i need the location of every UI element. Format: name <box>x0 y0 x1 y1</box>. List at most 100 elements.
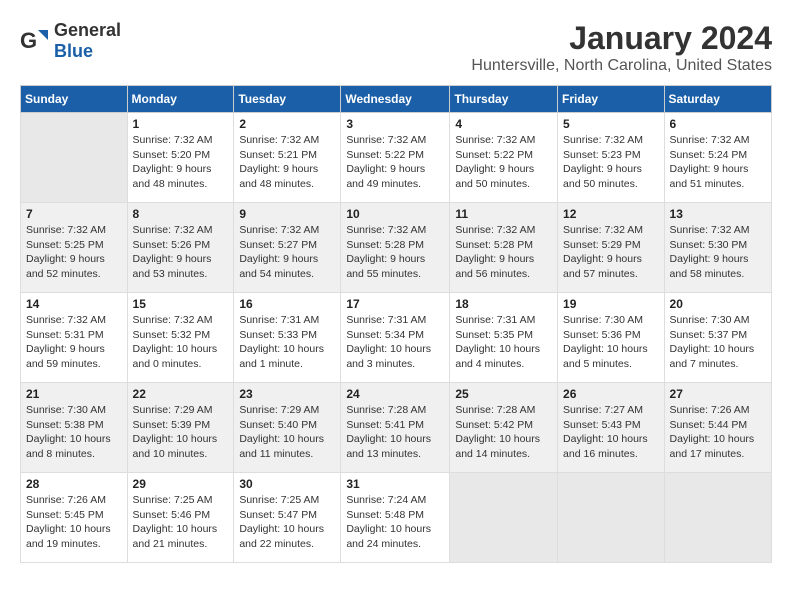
day-number: 13 <box>670 207 766 221</box>
day-info: Sunrise: 7:32 AM Sunset: 5:26 PM Dayligh… <box>133 223 229 282</box>
day-info: Sunrise: 7:32 AM Sunset: 5:25 PM Dayligh… <box>26 223 122 282</box>
day-number: 10 <box>346 207 444 221</box>
day-number: 28 <box>26 477 122 491</box>
calendar-cell <box>558 473 665 563</box>
day-number: 27 <box>670 387 766 401</box>
day-info: Sunrise: 7:32 AM Sunset: 5:27 PM Dayligh… <box>239 223 335 282</box>
day-number: 16 <box>239 297 335 311</box>
day-number: 2 <box>239 117 335 131</box>
day-number: 11 <box>455 207 552 221</box>
calendar-table: Sunday Monday Tuesday Wednesday Thursday… <box>20 85 772 563</box>
calendar-week-5: 28 Sunrise: 7:26 AM Sunset: 5:45 PM Dayli… <box>21 473 772 563</box>
header-thursday: Thursday <box>450 86 558 113</box>
calendar-header-row: Sunday Monday Tuesday Wednesday Thursday… <box>21 86 772 113</box>
main-title: January 2024 <box>471 20 772 57</box>
calendar-cell: 8 Sunrise: 7:32 AM Sunset: 5:26 PM Daylig… <box>127 203 234 293</box>
day-info: Sunrise: 7:26 AM Sunset: 5:44 PM Dayligh… <box>670 403 766 462</box>
calendar-cell: 14 Sunrise: 7:32 AM Sunset: 5:31 PM Dayli… <box>21 293 128 383</box>
day-info: Sunrise: 7:24 AM Sunset: 5:48 PM Dayligh… <box>346 493 444 552</box>
day-number: 30 <box>239 477 335 491</box>
day-info: Sunrise: 7:32 AM Sunset: 5:28 PM Dayligh… <box>346 223 444 282</box>
day-info: Sunrise: 7:32 AM Sunset: 5:31 PM Dayligh… <box>26 313 122 372</box>
day-info: Sunrise: 7:32 AM Sunset: 5:28 PM Dayligh… <box>455 223 552 282</box>
day-info: Sunrise: 7:25 AM Sunset: 5:46 PM Dayligh… <box>133 493 229 552</box>
day-info: Sunrise: 7:32 AM Sunset: 5:21 PM Dayligh… <box>239 133 335 192</box>
header-monday: Monday <box>127 86 234 113</box>
calendar-cell: 31Sunrise: 7:24 AM Sunset: 5:48 PM Dayli… <box>341 473 450 563</box>
day-number: 9 <box>239 207 335 221</box>
day-number: 7 <box>26 207 122 221</box>
header-tuesday: Tuesday <box>234 86 341 113</box>
calendar-cell: 9 Sunrise: 7:32 AM Sunset: 5:27 PM Daylig… <box>234 203 341 293</box>
day-info: Sunrise: 7:30 AM Sunset: 5:38 PM Dayligh… <box>26 403 122 462</box>
header-wednesday: Wednesday <box>341 86 450 113</box>
day-info: Sunrise: 7:31 AM Sunset: 5:35 PM Dayligh… <box>455 313 552 372</box>
calendar-cell: 10 Sunrise: 7:32 AM Sunset: 5:28 PM Dayli… <box>341 203 450 293</box>
calendar-week-2: 7 Sunrise: 7:32 AM Sunset: 5:25 PM Daylig… <box>21 203 772 293</box>
day-number: 5 <box>563 117 659 131</box>
header-friday: Friday <box>558 86 665 113</box>
calendar-cell: 29 Sunrise: 7:25 AM Sunset: 5:46 PM Dayli… <box>127 473 234 563</box>
day-info: Sunrise: 7:26 AM Sunset: 5:45 PM Dayligh… <box>26 493 122 552</box>
day-number: 21 <box>26 387 122 401</box>
day-info: Sunrise: 7:25 AM Sunset: 5:47 PM Dayligh… <box>239 493 335 552</box>
day-number: 17 <box>346 297 444 311</box>
day-number: 20 <box>670 297 766 311</box>
day-number: 15 <box>133 297 229 311</box>
day-number: 22 <box>133 387 229 401</box>
calendar-cell: 27 Sunrise: 7:26 AM Sunset: 5:44 PM Dayli… <box>664 383 771 473</box>
day-number: 14 <box>26 297 122 311</box>
calendar-cell: 28 Sunrise: 7:26 AM Sunset: 5:45 PM Dayli… <box>21 473 128 563</box>
day-number: 4 <box>455 117 552 131</box>
calendar-cell: 6 Sunrise: 7:32 AM Sunset: 5:24 PM Daylig… <box>664 113 771 203</box>
day-info: Sunrise: 7:32 AM Sunset: 5:20 PM Dayligh… <box>133 133 229 192</box>
header-sunday: Sunday <box>21 86 128 113</box>
calendar-cell: 17Sunrise: 7:31 AM Sunset: 5:34 PM Dayli… <box>341 293 450 383</box>
calendar-cell: 2 Sunrise: 7:32 AM Sunset: 5:21 PM Daylig… <box>234 113 341 203</box>
day-number: 19 <box>563 297 659 311</box>
day-info: Sunrise: 7:29 AM Sunset: 5:40 PM Dayligh… <box>239 403 335 462</box>
calendar-cell: 22 Sunrise: 7:29 AM Sunset: 5:39 PM Dayli… <box>127 383 234 473</box>
calendar-cell: 11 Sunrise: 7:32 AM Sunset: 5:28 PM Dayli… <box>450 203 558 293</box>
calendar-cell: 13 Sunrise: 7:32 AM Sunset: 5:30 PM Dayli… <box>664 203 771 293</box>
logo-icon: G <box>20 26 50 56</box>
day-info: Sunrise: 7:32 AM Sunset: 5:30 PM Dayligh… <box>670 223 766 282</box>
page-header: G General Blue January 2024 Huntersville… <box>20 20 772 75</box>
day-info: Sunrise: 7:32 AM Sunset: 5:24 PM Dayligh… <box>670 133 766 192</box>
calendar-cell: 4 Sunrise: 7:32 AM Sunset: 5:22 PM Daylig… <box>450 113 558 203</box>
calendar-cell: 3Sunrise: 7:32 AM Sunset: 5:22 PM Daylig… <box>341 113 450 203</box>
day-number: 18 <box>455 297 552 311</box>
day-info: Sunrise: 7:30 AM Sunset: 5:37 PM Dayligh… <box>670 313 766 372</box>
day-info: Sunrise: 7:28 AM Sunset: 5:42 PM Dayligh… <box>455 403 552 462</box>
calendar-cell <box>450 473 558 563</box>
calendar-cell: 21 Sunrise: 7:30 AM Sunset: 5:38 PM Dayli… <box>21 383 128 473</box>
day-info: Sunrise: 7:29 AM Sunset: 5:39 PM Dayligh… <box>133 403 229 462</box>
day-info: Sunrise: 7:32 AM Sunset: 5:29 PM Dayligh… <box>563 223 659 282</box>
day-number: 23 <box>239 387 335 401</box>
calendar-cell: 7 Sunrise: 7:32 AM Sunset: 5:25 PM Daylig… <box>21 203 128 293</box>
calendar-cell: 20 Sunrise: 7:30 AM Sunset: 5:37 PM Dayli… <box>664 293 771 383</box>
calendar-cell: 18 Sunrise: 7:31 AM Sunset: 5:35 PM Dayli… <box>450 293 558 383</box>
calendar-cell: 25 Sunrise: 7:28 AM Sunset: 5:42 PM Dayli… <box>450 383 558 473</box>
calendar-cell: 23 Sunrise: 7:29 AM Sunset: 5:40 PM Dayli… <box>234 383 341 473</box>
calendar-cell <box>21 113 128 203</box>
day-number: 29 <box>133 477 229 491</box>
day-info: Sunrise: 7:32 AM Sunset: 5:22 PM Dayligh… <box>455 133 552 192</box>
calendar-week-1: 1 Sunrise: 7:32 AM Sunset: 5:20 PM Daylig… <box>21 113 772 203</box>
calendar-cell: 15 Sunrise: 7:32 AM Sunset: 5:32 PM Dayli… <box>127 293 234 383</box>
day-info: Sunrise: 7:30 AM Sunset: 5:36 PM Dayligh… <box>563 313 659 372</box>
calendar-cell: 26Sunrise: 7:27 AM Sunset: 5:43 PM Dayli… <box>558 383 665 473</box>
day-info: Sunrise: 7:32 AM Sunset: 5:32 PM Dayligh… <box>133 313 229 372</box>
day-info: Sunrise: 7:32 AM Sunset: 5:22 PM Dayligh… <box>346 133 444 192</box>
logo-blue: Blue <box>54 41 93 61</box>
title-block: January 2024 Huntersville, North Carolin… <box>471 20 772 75</box>
day-number: 6 <box>670 117 766 131</box>
day-number: 1 <box>133 117 229 131</box>
svg-text:G: G <box>20 28 37 53</box>
calendar-cell: 19 Sunrise: 7:30 AM Sunset: 5:36 PM Dayli… <box>558 293 665 383</box>
day-info: Sunrise: 7:27 AM Sunset: 5:43 PM Dayligh… <box>563 403 659 462</box>
calendar-cell: 12Sunrise: 7:32 AM Sunset: 5:29 PM Dayli… <box>558 203 665 293</box>
logo: G General Blue <box>20 20 121 62</box>
day-number: 8 <box>133 207 229 221</box>
day-number: 25 <box>455 387 552 401</box>
